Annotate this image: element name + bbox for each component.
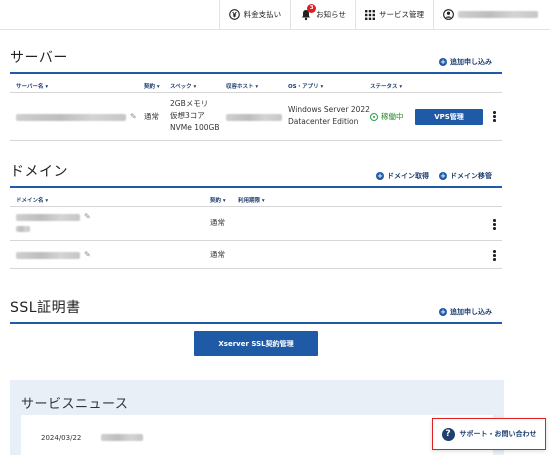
- server-name-redacted: [16, 113, 126, 121]
- server-add-label: 追加申し込み: [450, 58, 492, 66]
- domain-row: ✎ 通常: [10, 241, 502, 269]
- server-spec-cpu: 仮想3コア: [170, 111, 205, 120]
- section-divider: [10, 322, 502, 324]
- server-status-label: 稼働中: [381, 112, 404, 121]
- billing-nav[interactable]: 料金支払い: [218, 0, 291, 29]
- server-host-cell: [226, 111, 282, 123]
- server-spec-storage: NVMe 100GB: [170, 123, 220, 132]
- domain-transfer-link[interactable]: + ドメイン移管: [439, 171, 492, 181]
- edit-icon[interactable]: ✎: [84, 211, 91, 223]
- server-table-header: サーバー名 ▾ 契約 ▾ スペック ▾ 収容ホスト ▾ OS・アプリ ▾ ステー…: [10, 79, 502, 93]
- user-icon: [443, 9, 454, 20]
- server-section-title: サーバー: [10, 50, 68, 66]
- domain-more-icon[interactable]: [493, 250, 496, 262]
- support-contact-button[interactable]: ? サポート・お問い合わせ: [432, 418, 546, 450]
- yen-icon: [228, 9, 240, 20]
- edit-icon[interactable]: ✎: [130, 111, 137, 123]
- ssl-manage-button[interactable]: Xserver SSL契約管理: [194, 331, 318, 356]
- plus-icon: +: [439, 308, 447, 316]
- account-nav[interactable]: [433, 0, 550, 29]
- news-text-redacted: [101, 434, 143, 441]
- plus-icon: +: [376, 172, 384, 180]
- plus-icon: +: [439, 172, 447, 180]
- account-name-redacted: [458, 11, 538, 18]
- col-contract[interactable]: 契約 ▾: [144, 82, 160, 90]
- domain-sub-cell: [16, 223, 30, 235]
- news-item[interactable]: 2024/03/22: [21, 415, 493, 455]
- domain-name-redacted: [16, 213, 80, 221]
- server-contract: 通常: [144, 112, 159, 121]
- notification-badge: 3: [307, 3, 317, 13]
- col-status[interactable]: ステータス ▾: [370, 82, 402, 90]
- section-divider: [10, 186, 502, 188]
- running-icon: [370, 113, 378, 121]
- host-redacted: [226, 113, 282, 121]
- domain-acquire-label: ドメイン取得: [387, 172, 429, 180]
- col-spec[interactable]: スペック ▾: [170, 82, 196, 90]
- notifications-label: お知らせ: [316, 10, 346, 19]
- server-more-icon[interactable]: [493, 111, 496, 123]
- service-management-label: サービス管理: [379, 10, 424, 19]
- domain-contract: 通常: [210, 250, 225, 259]
- domain-name-redacted: [16, 251, 80, 259]
- domain-name-cell[interactable]: ✎: [16, 249, 91, 261]
- domain-row: ✎ 通常: [10, 207, 502, 241]
- col-domain-name[interactable]: ドメイン名 ▾: [16, 196, 48, 204]
- ssl-section-title: SSL証明書: [10, 300, 81, 316]
- domain-acquire-link[interactable]: + ドメイン取得: [376, 171, 429, 181]
- grid-icon: [365, 9, 375, 20]
- domain-contract: 通常: [210, 218, 225, 227]
- billing-label: 料金支払い: [243, 10, 282, 19]
- domain-transfer-label: ドメイン移管: [450, 172, 492, 180]
- col-domain-expiry[interactable]: 利用期限 ▾: [238, 196, 265, 204]
- service-news-panel: サービスニュース 2024/03/22: [10, 380, 504, 455]
- notifications-nav[interactable]: 3 お知らせ: [290, 0, 355, 29]
- server-row: ✎ 通常 2GBメモリ 仮想3コア NVMe 100GB Windows Ser…: [10, 93, 502, 141]
- col-domain-contract[interactable]: 契約 ▾: [210, 196, 226, 204]
- server-spec-memory: 2GBメモリ: [170, 99, 209, 108]
- ssl-add-link[interactable]: + 追加申し込み: [439, 307, 492, 317]
- edit-icon[interactable]: ✎: [84, 249, 91, 261]
- server-os-line2: Datacenter Edition: [288, 117, 359, 126]
- domain-more-icon[interactable]: [493, 219, 496, 231]
- section-divider: [10, 72, 502, 74]
- server-name-cell[interactable]: ✎: [16, 111, 137, 123]
- service-management-nav[interactable]: サービス管理: [355, 0, 433, 29]
- server-add-link[interactable]: + 追加申し込み: [439, 57, 492, 67]
- domain-sub-redacted: [16, 226, 30, 232]
- support-label: サポート・お問い合わせ: [459, 430, 537, 438]
- vps-manage-button[interactable]: VPS管理: [415, 109, 483, 125]
- top-nav: 料金支払い 3 お知らせ サービス管理: [0, 0, 550, 30]
- col-os[interactable]: OS・アプリ ▾: [288, 82, 323, 90]
- server-os-line1: Windows Server 2022: [288, 105, 370, 114]
- domain-name-cell[interactable]: ✎: [16, 211, 91, 223]
- help-icon: ?: [441, 427, 455, 441]
- col-host[interactable]: 収容ホスト ▾: [226, 82, 258, 90]
- domain-table-header: ドメイン名 ▾ 契約 ▾ 利用期限 ▾: [10, 193, 502, 207]
- bell-icon: 3: [300, 3, 317, 21]
- server-status: 稼働中: [370, 111, 404, 123]
- ssl-add-label: 追加申し込み: [450, 308, 492, 316]
- plus-icon: +: [439, 58, 447, 66]
- service-news-title: サービスニュース: [21, 397, 129, 412]
- col-server-name[interactable]: サーバー名 ▾: [16, 82, 48, 90]
- domain-section-title: ドメイン: [10, 164, 68, 180]
- news-date: 2024/03/22: [41, 434, 82, 442]
